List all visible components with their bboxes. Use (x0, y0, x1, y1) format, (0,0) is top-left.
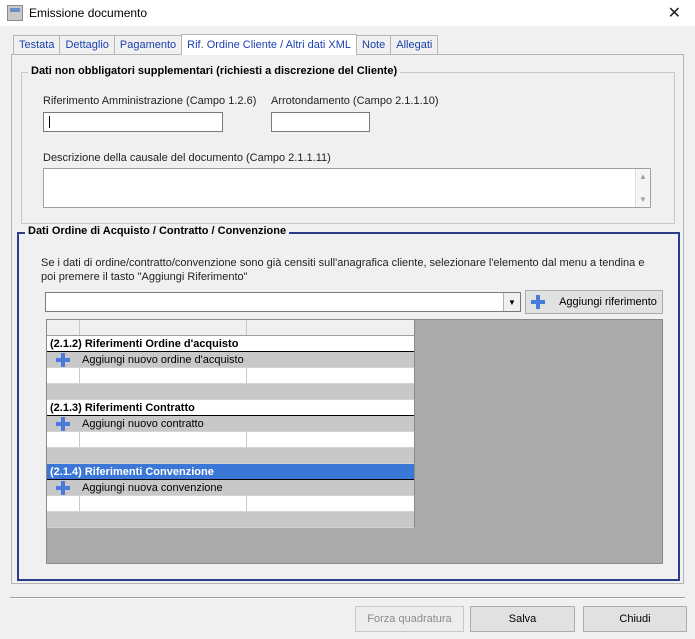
app-icon (7, 5, 23, 21)
table-row (47, 384, 414, 400)
group-dati-ordine: Dati Ordine di Acquisto / Contratto / Co… (17, 225, 680, 581)
arrotondamento-label: Arrotondamento (Campo 2.1.1.10) (271, 95, 439, 107)
add-cell-icon (47, 480, 80, 495)
add-cell-label: Aggiungi nuovo ordine d'acquisto (80, 352, 247, 367)
aggiungi-riferimento-label: Aggiungi riferimento (559, 296, 657, 308)
add-cell-icon (47, 416, 80, 431)
tab-rif-ordine-cliente[interactable]: Rif. Ordine Cliente / Altri dati XML (181, 34, 357, 55)
empty-cell (80, 432, 247, 447)
text-caret (49, 116, 50, 128)
section-title: (2.1.2) Riferimenti Ordine d'acquisto (50, 337, 239, 350)
empty-cell (47, 384, 80, 399)
empty-cell (47, 496, 80, 511)
tab-strip: Testata Dettaglio Pagamento Rif. Ordine … (13, 34, 439, 55)
add-row-convenzione[interactable]: Aggiungi nuova convenzione (47, 480, 414, 496)
plus-icon (56, 352, 70, 367)
empty-cell (47, 512, 80, 527)
dropdown-arrow-icon[interactable]: ▼ (503, 293, 520, 311)
plus-icon (531, 295, 546, 309)
riferimenti-grid-area: (2.1.2) Riferimenti Ordine d'acquisto Ag… (46, 319, 663, 564)
scroll-up-icon[interactable]: ▲ (639, 172, 647, 181)
arrotondamento-input[interactable] (271, 112, 370, 132)
group-title-ordine: Dati Ordine di Acquisto / Contratto / Co… (25, 225, 290, 237)
grid-header-row (47, 320, 414, 336)
group-title-supplementari: Dati non obbligatori supplementari (rich… (28, 65, 401, 77)
empty-cell (80, 512, 247, 527)
group-dati-supplementari: Dati non obbligatori supplementari (rich… (21, 65, 675, 224)
add-cell-icon (47, 352, 80, 367)
empty-cell (47, 448, 80, 463)
section-title: (2.1.4) Riferimenti Convenzione (50, 465, 214, 478)
grid-header-cell (47, 320, 80, 335)
causale-label: Descrizione della causale del documento … (43, 152, 331, 164)
tab-panel: Dati non obbligatori supplementari (rich… (11, 54, 684, 584)
table-row (47, 512, 414, 528)
scroll-down-icon[interactable]: ▼ (639, 195, 647, 204)
empty-cell (247, 416, 414, 431)
aggiungi-riferimento-button[interactable]: Aggiungi riferimento (525, 290, 663, 314)
add-row-contratto[interactable]: Aggiungi nuovo contratto (47, 416, 414, 432)
forza-quadratura-button[interactable]: Forza quadratura (355, 606, 464, 632)
tab-note[interactable]: Note (356, 35, 392, 54)
rif-amministrazione-label: Riferimento Amministrazione (Campo 1.2.6… (43, 95, 257, 107)
add-cell-label: Aggiungi nuovo contratto (80, 416, 247, 431)
add-row-ordine[interactable]: Aggiungi nuovo ordine d'acquisto (47, 352, 414, 368)
tab-testata[interactable]: Testata (13, 35, 61, 54)
empty-cell (47, 368, 80, 383)
footer-separator-highlight (10, 598, 685, 599)
section-row-ordine[interactable]: (2.1.2) Riferimenti Ordine d'acquisto (47, 336, 414, 352)
salva-button[interactable]: Salva (470, 606, 575, 632)
rif-amministrazione-input[interactable] (43, 112, 223, 132)
empty-cell (247, 512, 414, 527)
empty-cell (247, 352, 414, 367)
causale-textarea[interactable]: ▲ ▼ (43, 168, 651, 208)
close-icon[interactable]: ✕ (668, 3, 681, 23)
grid-header-cell (80, 320, 247, 335)
table-row (47, 432, 414, 448)
empty-cell (80, 448, 247, 463)
tab-pagamento[interactable]: Pagamento (113, 35, 183, 54)
table-row (47, 368, 414, 384)
section-title: (2.1.3) Riferimenti Contratto (50, 401, 195, 414)
plus-icon (56, 480, 70, 495)
empty-cell (247, 448, 414, 463)
info-text: Se i dati di ordine/contratto/convenzion… (41, 257, 645, 283)
add-cell-label: Aggiungi nuova convenzione (80, 480, 247, 495)
empty-cell (247, 384, 414, 399)
empty-cell (47, 432, 80, 447)
empty-cell (247, 496, 414, 511)
tab-dettaglio[interactable]: Dettaglio (59, 35, 115, 54)
section-row-convenzione[interactable]: (2.1.4) Riferimenti Convenzione (47, 464, 414, 480)
empty-cell (247, 432, 414, 447)
section-row-contratto[interactable]: (2.1.3) Riferimenti Contratto (47, 400, 414, 416)
chiudi-button[interactable]: Chiudi (583, 606, 687, 632)
window-title: Emissione documento (29, 6, 148, 20)
riferimento-dropdown[interactable]: ▼ (45, 292, 521, 312)
title-bar: Emissione documento ✕ (0, 0, 695, 26)
empty-cell (247, 368, 414, 383)
plus-icon (56, 416, 70, 431)
empty-cell (247, 480, 414, 495)
causale-scrollbar[interactable]: ▲ ▼ (635, 169, 650, 207)
grid-header-cell (247, 320, 414, 335)
empty-cell (80, 384, 247, 399)
riferimenti-grid: (2.1.2) Riferimenti Ordine d'acquisto Ag… (47, 320, 415, 528)
tab-allegati[interactable]: Allegati (390, 35, 439, 54)
table-row (47, 448, 414, 464)
empty-cell (80, 496, 247, 511)
empty-cell (80, 368, 247, 383)
table-row (47, 496, 414, 512)
